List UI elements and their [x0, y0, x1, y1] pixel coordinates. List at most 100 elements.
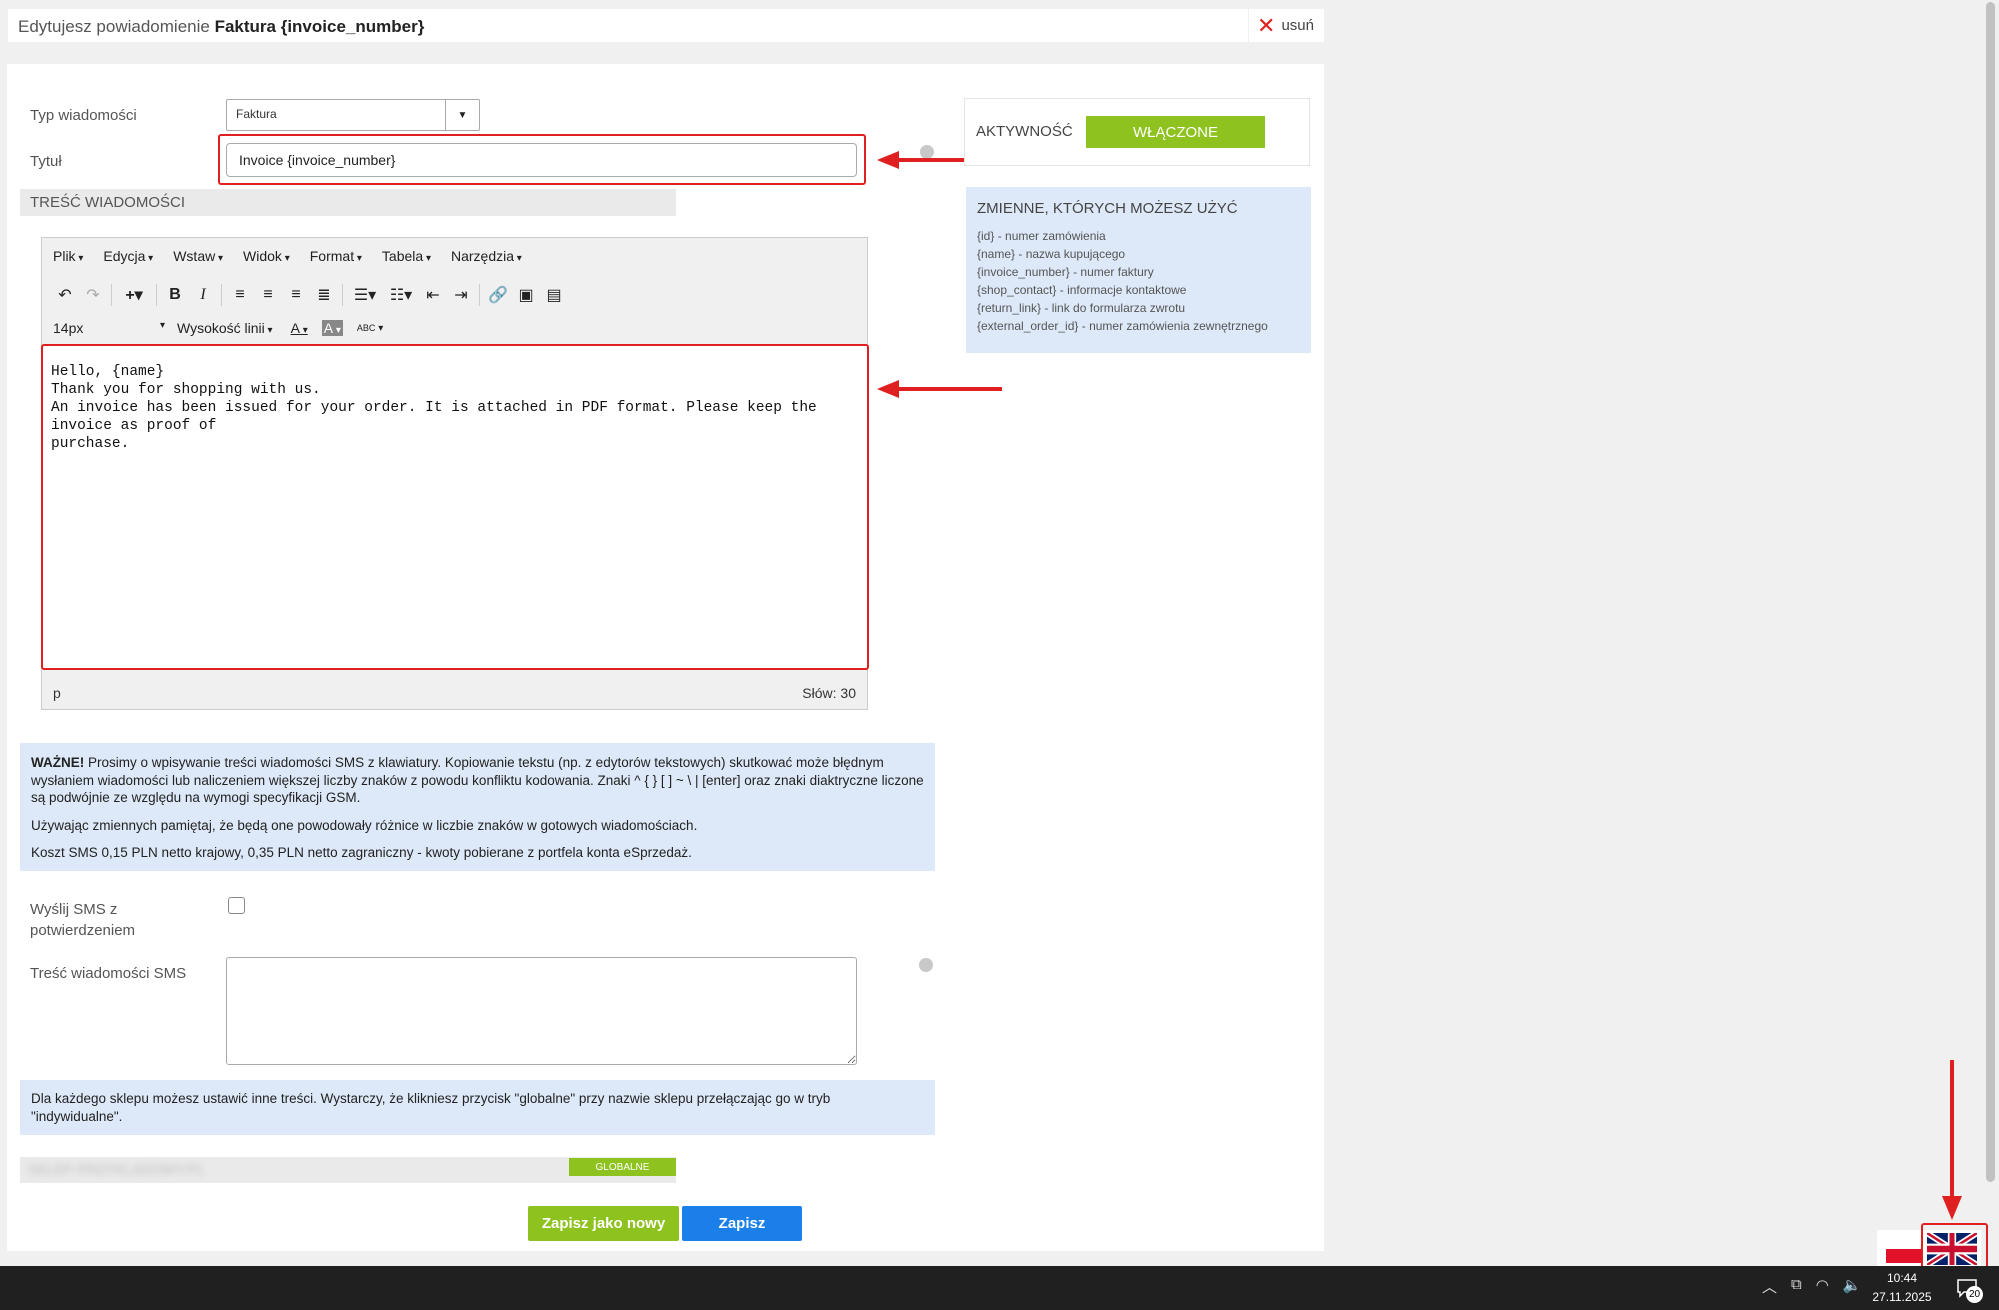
sms-info-paragraph: Używając zmiennych pamiętaj, że będą one… [31, 817, 698, 833]
annotation-arrow [897, 387, 1002, 391]
toolbar-divider [479, 284, 480, 306]
flag-pl-icon[interactable] [1886, 1249, 1922, 1263]
title-input[interactable] [226, 143, 857, 177]
help-icon[interactable] [920, 145, 934, 159]
menu-file[interactable]: Plik [53, 248, 83, 264]
toolbar-divider [156, 284, 157, 306]
toolbar-divider [111, 284, 112, 306]
notification-badge: 20 [1966, 1286, 1983, 1303]
italic-icon[interactable]: I [189, 282, 217, 308]
editor-toolbar-style: 14px Wysokość linii A A ABC [43, 314, 866, 342]
align-justify-icon[interactable]: ≣ [310, 282, 338, 308]
font-size-select[interactable]: 14px [53, 320, 165, 336]
media-icon[interactable]: ▤ [540, 282, 568, 308]
menu-tools[interactable]: Narzędzia [451, 248, 522, 264]
align-center-icon[interactable]: ≡ [254, 282, 282, 308]
sms-confirm-checkbox[interactable] [228, 897, 245, 914]
background-color-icon[interactable]: A [321, 320, 343, 336]
notification-center-icon[interactable]: 20 [1956, 1277, 1983, 1303]
annotation-arrow-head [877, 151, 899, 169]
element-path: p [53, 684, 61, 701]
font-size-value: 14px [53, 320, 84, 336]
redo-icon[interactable]: ↷ [79, 282, 107, 308]
menu-view[interactable]: Widok [243, 248, 290, 264]
variable-item: {name} - nazwa kupującego [977, 247, 1126, 261]
variable-item: {invoice_number} - numer faktury [977, 265, 1154, 279]
variable-item: {return_link} - link do formularza zwrot… [977, 301, 1186, 315]
content-section-header: TREŚĆ WIADOMOŚCI [20, 189, 676, 216]
shops-info-box: Dla każdego sklepu możesz ustawić inne t… [20, 1080, 935, 1135]
sms-info-text: Prosimy o wpisywanie treści wiadomości S… [31, 755, 924, 805]
link-icon[interactable]: 🔗 [484, 282, 512, 308]
clock-time: 10:44 [1886, 1271, 1918, 1285]
undo-icon[interactable]: ↶ [51, 282, 79, 308]
sms-content-textarea[interactable] [226, 957, 857, 1065]
align-right-icon[interactable]: ≡ [282, 282, 310, 308]
wifi-icon[interactable]: ◠ [1816, 1276, 1829, 1297]
content-line: An invoice has been issued for your orde… [51, 400, 817, 434]
save-as-new-button[interactable]: Zapisz jako nowy [528, 1206, 679, 1241]
toolbar-divider [221, 284, 222, 306]
align-left-icon[interactable]: ≡ [226, 282, 254, 308]
flag-uk-icon[interactable] [1927, 1233, 1977, 1265]
chevron-down-icon: ▼ [445, 100, 479, 130]
outdent-icon[interactable]: ⇤ [419, 282, 447, 308]
content-line: purchase. [51, 436, 130, 452]
title-prefix: Edytujesz powiadomienie [18, 17, 210, 36]
variables-panel: ZMIENNE, KTÓRYCH MOŻESZ UŻYĆ {id} - nume… [966, 187, 1311, 353]
sms-confirm-label-line: potwierdzeniem [30, 922, 136, 939]
shop-name: SKLEP-PRZYKLADOWY.PL [28, 1161, 205, 1177]
sms-info-box: WAŻNE! Prosimy o wpisywanie treści wiado… [20, 743, 935, 871]
device-icon[interactable]: ⧉ [1791, 1276, 1802, 1297]
clock[interactable]: 10:44 27.11.2025 [1866, 1269, 1938, 1307]
sms-info-paragraph: Koszt SMS 0,15 PLN netto krajowy, 0,35 P… [31, 845, 692, 860]
type-select[interactable]: Faktura ▼ [226, 99, 480, 131]
taskbar [0, 1266, 1999, 1310]
menu-format[interactable]: Format [310, 248, 362, 264]
activity-label: AKTYWNOŚĆ [976, 123, 1073, 140]
annotation-arrow [1950, 1060, 1954, 1200]
close-icon: ✕ [1257, 12, 1276, 38]
indent-icon[interactable]: ⇥ [447, 282, 475, 308]
text-color-icon[interactable]: A [291, 320, 308, 336]
line-height-select[interactable]: Wysokość linii [177, 320, 273, 336]
activity-toggle[interactable]: WŁĄCZONE [1086, 116, 1265, 148]
clock-date: 27.11.2025 [1872, 1290, 1932, 1304]
menu-table[interactable]: Tabela [382, 248, 431, 264]
shop-mode-toggle[interactable]: GLOBALNE [569, 1158, 676, 1176]
delete-label: usuń [1281, 17, 1314, 34]
editor-content[interactable]: Hello, {name} Thank you for shopping wit… [51, 363, 863, 453]
variables-title: ZMIENNE, KTÓRYCH MOŻESZ UŻYĆ [977, 200, 1238, 217]
bullet-list-icon[interactable]: ☰▾ [347, 282, 383, 308]
delete-button[interactable]: ✕ usuń [1249, 9, 1324, 42]
variable-item: {external_order_id} - numer zamówienia z… [977, 319, 1268, 333]
notification-name: Faktura {invoice_number} [214, 17, 425, 36]
spellcheck-icon[interactable]: ABC [357, 323, 383, 334]
type-value: Faktura [236, 107, 277, 121]
annotation-arrow-head [877, 380, 899, 398]
system-tray: ︿ ⧉ ◠ 🔈 [1762, 1276, 1862, 1297]
menu-insert[interactable]: Wstaw [173, 248, 223, 264]
image-icon[interactable]: ▣ [512, 282, 540, 308]
save-button[interactable]: Zapisz [682, 1206, 802, 1241]
scrollbar-thumb[interactable] [1986, 2, 1995, 1182]
editor-menubar: Plik Edycja Wstaw Widok Format Tabela Na… [43, 239, 866, 272]
bold-icon[interactable]: B [161, 282, 189, 308]
content-line: Hello, {name} [51, 364, 165, 380]
word-count: Słów: 30 [802, 684, 856, 701]
toolbar-divider [342, 284, 343, 306]
insert-plus-icon[interactable]: +▾ [116, 282, 152, 308]
editor-toolbar-formatting: ↶ ↷ +▾ B I ≡ ≡ ≡ ≣ ☰▾ ☷▾ ⇤ ⇥ 🔗 ▣ ▤ [43, 280, 866, 310]
help-icon[interactable] [919, 958, 933, 972]
menu-edit[interactable]: Edycja [103, 248, 153, 264]
numbered-list-icon[interactable]: ☷▾ [383, 282, 419, 308]
sms-confirm-label-line: Wyślij SMS z [30, 901, 118, 918]
volume-icon[interactable]: 🔈 [1843, 1276, 1862, 1297]
important-label: WAŻNE! [31, 755, 85, 770]
content-line: Thank you for shopping with us. [51, 382, 321, 398]
sms-content-label: Treść wiadomości SMS [30, 965, 187, 982]
sms-confirm-label: Wyślij SMS z potwierdzeniem [30, 899, 135, 941]
variable-item: {shop_contact} - informacje kontaktowe [977, 283, 1187, 297]
chevron-up-icon[interactable]: ︿ [1762, 1276, 1777, 1297]
page-title: Edytujesz powiadomienie Faktura {invoice… [18, 17, 424, 37]
